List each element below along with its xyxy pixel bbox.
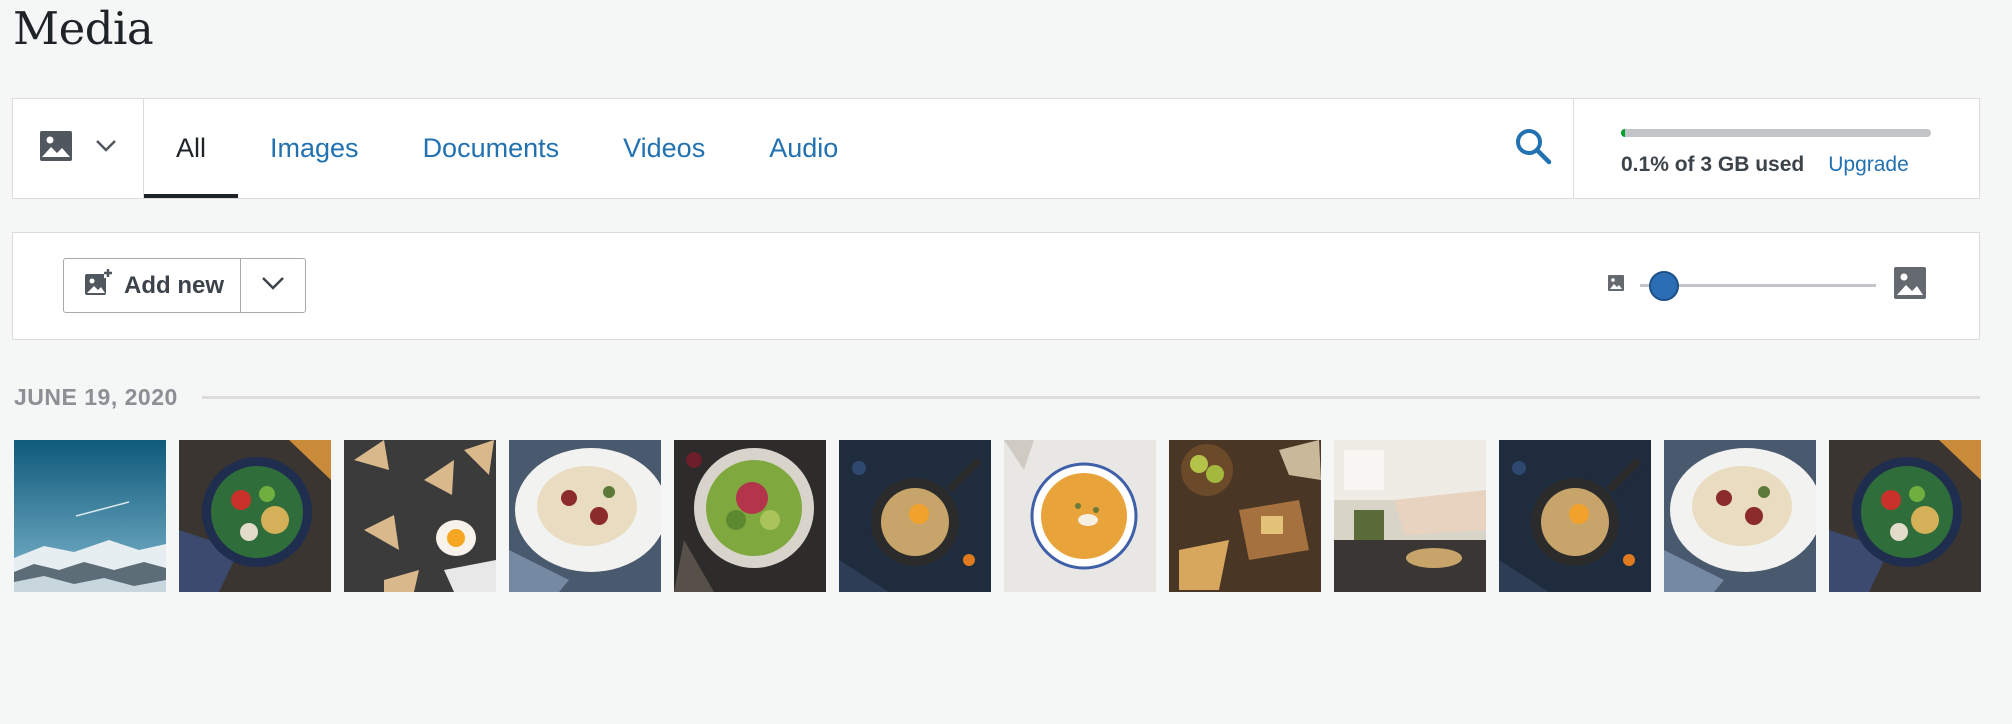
tab-documents[interactable]: Documents	[391, 99, 592, 198]
media-thumbnail[interactable]	[1664, 440, 1816, 592]
add-new-dropdown-toggle[interactable]	[241, 259, 305, 312]
search-icon	[1513, 126, 1553, 171]
upgrade-link[interactable]: Upgrade	[1828, 153, 1909, 177]
tab-images[interactable]: Images	[238, 99, 391, 198]
date-divider	[201, 396, 1980, 399]
add-new-button[interactable]: Add new	[64, 259, 241, 312]
thumbnail-size-control	[1608, 267, 1926, 304]
add-image-icon	[84, 268, 112, 303]
media-thumbnail[interactable]	[1499, 440, 1651, 592]
slider-handle[interactable]	[1648, 270, 1679, 301]
date-label: JUNE 19, 2020	[14, 384, 178, 410]
storage-progress-bar	[1621, 129, 1931, 137]
storage-used-text: 0.1% of 3 GB used	[1621, 153, 1805, 176]
small-image-icon	[1608, 275, 1624, 296]
add-new-label: Add new	[124, 271, 224, 299]
media-filter-bar: All Images Documents Videos Audio 0.1% o…	[12, 98, 1980, 199]
chevron-down-icon	[95, 139, 117, 158]
tab-audio[interactable]: Audio	[737, 99, 870, 198]
media-thumbnail[interactable]	[179, 440, 331, 592]
media-thumbnail[interactable]	[839, 440, 991, 592]
date-group-header: JUNE 19, 2020	[14, 384, 1980, 411]
media-type-tabs: All Images Documents Videos Audio	[144, 99, 870, 198]
media-toolbar: Add new	[12, 232, 1980, 340]
chevron-down-icon	[261, 276, 285, 295]
media-thumbnail[interactable]	[14, 440, 166, 592]
search-button[interactable]	[1497, 99, 1569, 198]
media-thumbnail[interactable]	[674, 440, 826, 592]
media-thumbnail[interactable]	[1004, 440, 1156, 592]
add-new-split-button: Add new	[63, 258, 306, 313]
media-thumbnail[interactable]	[1169, 440, 1321, 592]
large-image-icon	[1894, 267, 1926, 304]
media-thumbnail[interactable]	[509, 440, 661, 592]
tab-videos[interactable]: Videos	[591, 99, 737, 198]
image-icon	[39, 130, 73, 167]
media-thumbnail[interactable]	[1334, 440, 1486, 592]
page-title: Media	[13, 2, 154, 55]
thumbnail-size-slider[interactable]	[1640, 270, 1876, 301]
media-grid	[14, 440, 1981, 592]
tab-all[interactable]: All	[144, 99, 239, 198]
media-type-select[interactable]	[13, 99, 144, 198]
media-thumbnail[interactable]	[1829, 440, 1981, 592]
storage-usage: 0.1% of 3 GB used Upgrade	[1573, 99, 1979, 198]
media-thumbnail[interactable]	[344, 440, 496, 592]
storage-progress-fill	[1621, 129, 1625, 137]
